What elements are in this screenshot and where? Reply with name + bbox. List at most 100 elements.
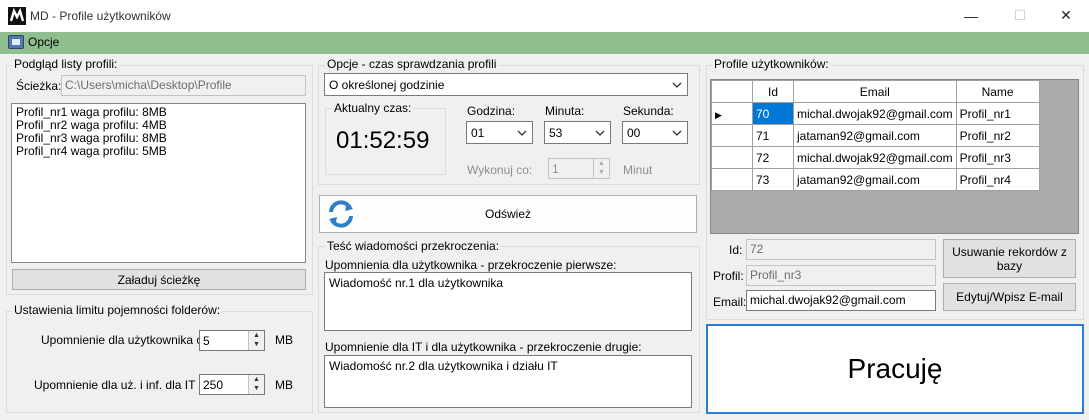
users-table: Id Email Name ▶ 70 michal.dwojak92@gmail… bbox=[711, 80, 1040, 191]
users-title: Profile użytkowników: bbox=[712, 57, 831, 71]
profiles-list[interactable]: Profil_nr1 waga profilu: 8MB Profil_nr2 … bbox=[11, 103, 306, 263]
minute-label: Minuta: bbox=[545, 104, 585, 118]
user-warning-stepper[interactable]: 5 ▲ ▼ bbox=[199, 330, 265, 351]
cell-name[interactable]: Profil_nr2 bbox=[955, 124, 1040, 147]
row-header[interactable] bbox=[711, 124, 753, 147]
list-item[interactable]: Profil_nr4 waga profilu: 5MB bbox=[16, 145, 301, 158]
app-logo-icon bbox=[8, 7, 26, 25]
chevron-down-icon bbox=[517, 130, 527, 136]
hour-value: 01 bbox=[471, 125, 485, 140]
second-message-label: Upomnienie dla IT i dla użytkownika - pr… bbox=[325, 340, 642, 354]
chevron-down-icon bbox=[595, 130, 605, 136]
table-row[interactable]: ▶ 70 michal.dwojak92@gmail.com Profil_nr… bbox=[711, 102, 1040, 125]
first-message-field[interactable]: Wiadomość nr.1 dla użytkownika bbox=[324, 272, 692, 331]
maximize-button[interactable]: ☐ bbox=[997, 0, 1043, 31]
table-row[interactable]: 72 michal.dwojak92@gmail.com Profil_nr3 bbox=[711, 146, 1040, 169]
email-label: Email: bbox=[713, 295, 747, 309]
cell-id[interactable]: 70 bbox=[752, 102, 794, 125]
row-header[interactable] bbox=[711, 146, 753, 169]
cell-id[interactable]: 72 bbox=[752, 146, 794, 169]
path-field[interactable]: C:\Users\micha\Desktop\Profile bbox=[61, 75, 306, 96]
table-row[interactable]: 71 jataman92@gmail.com Profil_nr2 bbox=[711, 124, 1040, 147]
current-row-arrow-icon: ▶ bbox=[715, 109, 722, 120]
chevron-down-icon bbox=[672, 130, 682, 136]
check-mode-value: O określonej godzinie bbox=[329, 77, 445, 92]
user-warning-unit: MB bbox=[275, 333, 293, 347]
email-field[interactable]: michal.dwojak92@gmail.com bbox=[746, 290, 936, 311]
delete-records-button[interactable]: Usuwanie rekordów z bazy bbox=[943, 239, 1076, 278]
cell-id[interactable]: 73 bbox=[752, 168, 794, 191]
spinner-arrows[interactable]: ▲ ▼ bbox=[248, 375, 264, 394]
limits-title: Ustawienia limitu pojemności folderów: bbox=[12, 303, 223, 317]
row-header-corner bbox=[711, 80, 753, 103]
arrow-down-icon[interactable]: ▼ bbox=[594, 168, 609, 177]
user-warning-label: Upomnienie dla użytkownika od: bbox=[41, 333, 214, 347]
chevron-down-icon bbox=[672, 82, 682, 88]
window-title: MD - Profile użytkowników bbox=[30, 9, 171, 23]
second-dropdown[interactable]: 00 bbox=[622, 121, 688, 144]
second-message-field[interactable]: Wiadomość nr.2 dla użytkownika i działu … bbox=[324, 355, 692, 408]
column-header-id[interactable]: Id bbox=[752, 80, 794, 103]
cell-id[interactable]: 71 bbox=[752, 124, 794, 147]
menu-options[interactable]: Opcje bbox=[8, 35, 59, 49]
options-menu-icon bbox=[8, 35, 24, 49]
cell-name[interactable]: Profil_nr4 bbox=[955, 168, 1040, 191]
every-stepper[interactable]: 1 ▲ ▼ bbox=[548, 158, 610, 179]
limits-group bbox=[6, 311, 313, 413]
path-label: Ścieżka: bbox=[16, 79, 62, 93]
every-unit: Minut bbox=[623, 163, 653, 177]
profile-field[interactable]: Profil_nr3 bbox=[746, 265, 936, 286]
arrow-down-icon[interactable]: ▼ bbox=[249, 384, 264, 393]
minimize-button[interactable]: — bbox=[948, 0, 994, 31]
menu-bar: Opcje bbox=[0, 32, 1089, 54]
row-header[interactable]: ▶ bbox=[711, 102, 753, 125]
messages-title: Teść wiadomości przekroczenia: bbox=[325, 239, 502, 253]
profiles-preview-title: Podgląd listy profili: bbox=[12, 57, 120, 71]
second-label: Sekunda: bbox=[623, 104, 674, 118]
cell-name[interactable]: Profil_nr3 bbox=[955, 146, 1040, 169]
cell-email[interactable]: jataman92@gmail.com bbox=[793, 124, 957, 147]
table-header-row: Id Email Name bbox=[711, 80, 1040, 103]
first-message-label: Upomnienia dla użytkownika - przekroczen… bbox=[325, 258, 617, 272]
arrow-up-icon[interactable]: ▲ bbox=[249, 375, 264, 384]
minute-dropdown[interactable]: 53 bbox=[544, 121, 611, 144]
it-warning-label: Upomnienie dla uż. i inf. dla IT od: bbox=[34, 378, 216, 392]
cell-email[interactable]: michal.dwojak92@gmail.com bbox=[793, 102, 957, 125]
id-label: Id: bbox=[729, 243, 743, 257]
hour-dropdown[interactable]: 01 bbox=[466, 121, 533, 144]
cell-email[interactable]: jataman92@gmail.com bbox=[793, 168, 957, 191]
status-button[interactable]: Pracuję bbox=[706, 324, 1084, 414]
spinner-arrows[interactable]: ▲ ▼ bbox=[593, 159, 609, 178]
title-bar: MD - Profile użytkowników — ☐ ✕ bbox=[0, 0, 1089, 32]
column-header-name[interactable]: Name bbox=[955, 80, 1040, 103]
arrow-up-icon[interactable]: ▲ bbox=[249, 331, 264, 340]
edit-email-button[interactable]: Edytuj/Wpisz E-mail bbox=[943, 283, 1076, 311]
close-button[interactable]: ✕ bbox=[1043, 0, 1089, 31]
second-value: 00 bbox=[627, 125, 641, 140]
refresh-button[interactable]: Odśwież bbox=[319, 195, 697, 233]
column-header-email[interactable]: Email bbox=[793, 80, 957, 103]
refresh-icon bbox=[329, 200, 353, 228]
it-warning-unit: MB bbox=[275, 378, 293, 392]
load-path-button[interactable]: Załaduj ścieżkę bbox=[12, 269, 306, 290]
cell-email[interactable]: michal.dwojak92@gmail.com bbox=[793, 146, 957, 169]
minute-value: 53 bbox=[549, 125, 563, 140]
hour-label: Godzina: bbox=[467, 104, 516, 118]
refresh-label: Odśwież bbox=[484, 207, 531, 221]
check-mode-dropdown[interactable]: O określonej godzinie bbox=[324, 73, 688, 96]
id-field[interactable]: 72 bbox=[746, 239, 936, 260]
it-warning-stepper[interactable]: 250 ▲ ▼ bbox=[199, 374, 265, 395]
current-time-label: Aktualny czas: bbox=[332, 101, 414, 115]
profile-label: Profil: bbox=[713, 269, 744, 283]
current-time-value: 01:52:59 bbox=[336, 127, 430, 154]
row-header[interactable] bbox=[711, 168, 753, 191]
it-warning-value: 250 bbox=[203, 377, 224, 392]
arrow-down-icon[interactable]: ▼ bbox=[249, 340, 264, 349]
arrow-up-icon[interactable]: ▲ bbox=[594, 159, 609, 168]
users-grid[interactable]: Id Email Name ▶ 70 michal.dwojak92@gmail… bbox=[710, 79, 1079, 234]
spinner-arrows[interactable]: ▲ ▼ bbox=[248, 331, 264, 350]
check-options-title: Opcje - czas sprawdzania profili bbox=[325, 57, 499, 71]
table-row[interactable]: 73 jataman92@gmail.com Profil_nr4 bbox=[711, 168, 1040, 191]
every-label: Wykonuj co: bbox=[467, 163, 533, 177]
cell-name[interactable]: Profil_nr1 bbox=[955, 102, 1040, 125]
